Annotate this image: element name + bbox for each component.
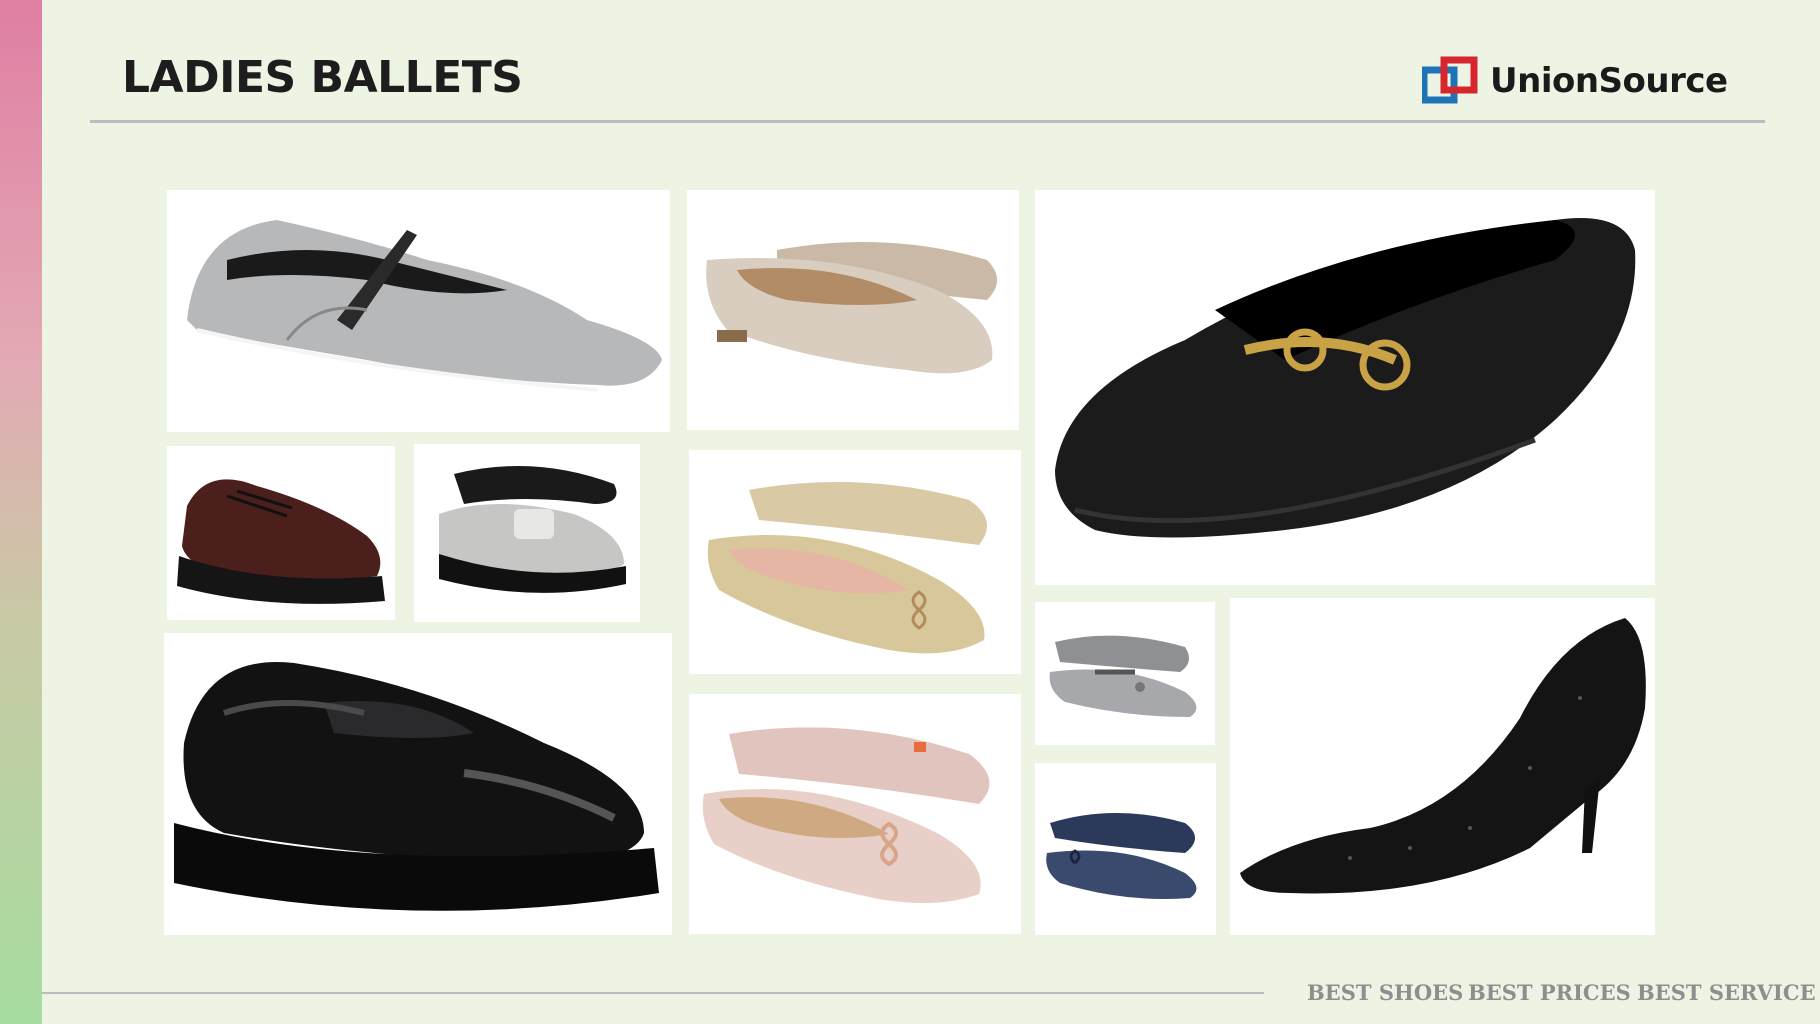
footer-tagline-service: BEST SERVICE [1637, 980, 1816, 1005]
footer-divider [42, 992, 1264, 994]
product-image-black-stiletto-pump [1230, 598, 1655, 935]
brand-logo: UnionSource [1422, 56, 1728, 106]
footer-tagline-prices: BEST PRICES [1468, 980, 1631, 1005]
footer-tagline-shoes: BEST SHOES [1307, 980, 1464, 1005]
product-image-black-patent-loafer [164, 633, 672, 935]
product-image-silver-platform-loafer [414, 444, 640, 622]
product-image-black-horsebit-loafer [1035, 190, 1655, 585]
product-image-metallic-silver-mary-jane [1035, 602, 1215, 745]
page-title: LADIES BALLETS [122, 52, 523, 103]
unionsource-logo-icon [1422, 56, 1478, 104]
product-image-pink-tweed-ballet-flat [689, 694, 1021, 934]
product-image-gold-bow-ballet-flat [689, 450, 1021, 674]
product-image-navy-ballet-flat [1035, 763, 1216, 935]
side-gradient-bar [0, 0, 42, 1024]
product-image-woven-champagne-flat [687, 190, 1019, 430]
product-image-brown-platform-oxford [167, 446, 395, 620]
product-image-silver-mary-jane-flat [167, 190, 670, 432]
header-divider [90, 120, 1765, 123]
brand-name: UnionSource [1490, 61, 1728, 101]
